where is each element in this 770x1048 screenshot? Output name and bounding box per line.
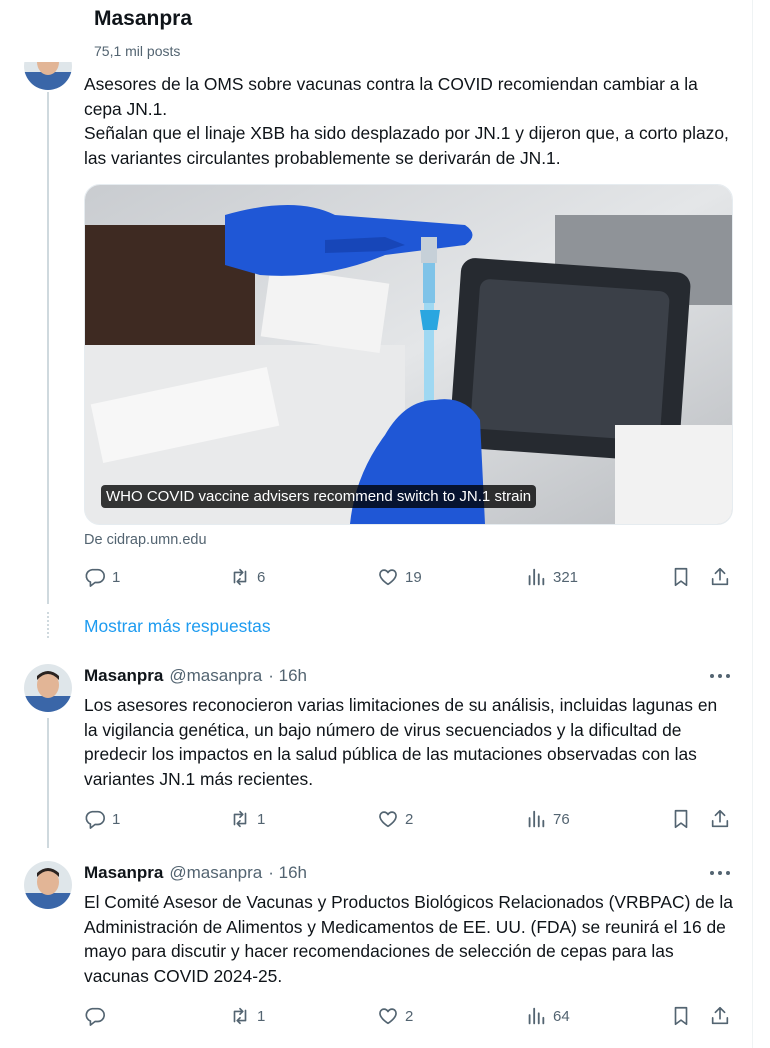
header-title: Masanpra: [94, 7, 193, 30]
header-post-count: 75,1 mil posts: [94, 43, 181, 59]
repost-icon: [233, 810, 247, 828]
views-button[interactable]: 321: [525, 566, 578, 588]
profile-header: Masanpra 75,1 mil posts: [0, 0, 752, 62]
repost-count: 1: [257, 810, 266, 828]
thread-line: [47, 92, 49, 604]
more-options-button[interactable]: [708, 666, 732, 686]
thread-line: [47, 718, 49, 848]
bookmark-icon: [674, 1006, 688, 1026]
tweet-text: El Comité Asesor de Vacunas y Productos …: [84, 892, 733, 986]
reply-button[interactable]: 1: [84, 808, 120, 830]
more-icon: [710, 871, 730, 875]
share-button[interactable]: [709, 808, 731, 830]
bookmark-icon: [674, 567, 688, 587]
more-icon: [710, 674, 730, 678]
like-button[interactable]: 19: [377, 566, 422, 588]
bookmark-button[interactable]: [670, 566, 692, 588]
tweet-header: Masanpra @masanpra · 16h: [84, 666, 307, 686]
share-button[interactable]: [709, 1005, 731, 1027]
reply-icon: [85, 568, 105, 587]
views-button[interactable]: 64: [525, 1005, 570, 1027]
link-source[interactable]: De cidrap.umn.edu: [84, 532, 207, 548]
repost-count: 6: [257, 568, 266, 586]
like-button[interactable]: 2: [377, 1005, 413, 1027]
bookmark-icon: [674, 809, 688, 829]
reply-icon: [85, 1007, 105, 1026]
repost-button[interactable]: 1: [229, 808, 265, 830]
views-icon: [528, 568, 545, 586]
like-count: 19: [405, 568, 422, 586]
reply-button[interactable]: [84, 1005, 112, 1027]
views-count: 321: [553, 568, 579, 586]
avatar[interactable]: [24, 664, 72, 712]
share-icon: [711, 567, 729, 586]
tweet-text: Los asesores reconocieron varias limitac…: [84, 695, 718, 789]
share-icon: [711, 1006, 729, 1025]
reply-icon: [85, 810, 105, 829]
link-card-caption: WHO COVID vaccine advisers recommend swi…: [101, 485, 537, 508]
views-count: 76: [553, 810, 570, 828]
author-name[interactable]: Masanpra: [84, 666, 163, 686]
like-button[interactable]: 2: [377, 808, 413, 830]
like-count: 2: [405, 1007, 414, 1025]
author-handle[interactable]: @masanpra: [169, 863, 262, 883]
like-count: 2: [405, 810, 414, 828]
author-handle[interactable]: @masanpra: [169, 666, 262, 686]
views-icon: [528, 810, 545, 828]
more-options-button[interactable]: [708, 863, 732, 883]
tweet-time[interactable]: · 16h: [268, 863, 307, 883]
tweet-time[interactable]: · 16h: [268, 666, 307, 686]
tweet-header: Masanpra @masanpra · 16h: [84, 863, 307, 883]
reply-count: 1: [112, 810, 121, 828]
link-card[interactable]: WHO COVID vaccine advisers recommend swi…: [84, 184, 733, 525]
reply-button[interactable]: 1: [84, 566, 120, 588]
vaccine-photo: [85, 185, 732, 524]
views-icon: [528, 1007, 545, 1025]
tweet-actions: 1 2 64: [84, 1005, 734, 1029]
bookmark-button[interactable]: [670, 1005, 692, 1027]
show-more-replies-link[interactable]: Mostrar más respuestas: [84, 616, 271, 637]
tweet-actions: 1 6 19 321: [84, 566, 734, 590]
bookmark-button[interactable]: [670, 808, 692, 830]
views-count: 64: [553, 1007, 570, 1025]
like-icon: [379, 811, 397, 828]
tweet-text: Asesores de la OMS sobre vacunas contra …: [84, 74, 729, 168]
repost-count: 1: [257, 1007, 266, 1025]
like-icon: [379, 569, 397, 586]
share-icon: [711, 809, 729, 828]
repost-icon: [233, 1007, 247, 1025]
repost-icon: [233, 568, 247, 586]
views-button[interactable]: 76: [525, 808, 570, 830]
like-icon: [379, 1008, 397, 1025]
repost-button[interactable]: 1: [229, 1005, 265, 1027]
tweet-actions: 1 1 2 76: [84, 808, 734, 832]
reply-count: 1: [112, 568, 121, 586]
thread-dotted-line: [47, 612, 49, 638]
repost-button[interactable]: 6: [229, 566, 265, 588]
avatar[interactable]: [24, 861, 72, 909]
column-border: [752, 0, 753, 1048]
share-button[interactable]: [709, 566, 731, 588]
author-name[interactable]: Masanpra: [84, 863, 163, 883]
